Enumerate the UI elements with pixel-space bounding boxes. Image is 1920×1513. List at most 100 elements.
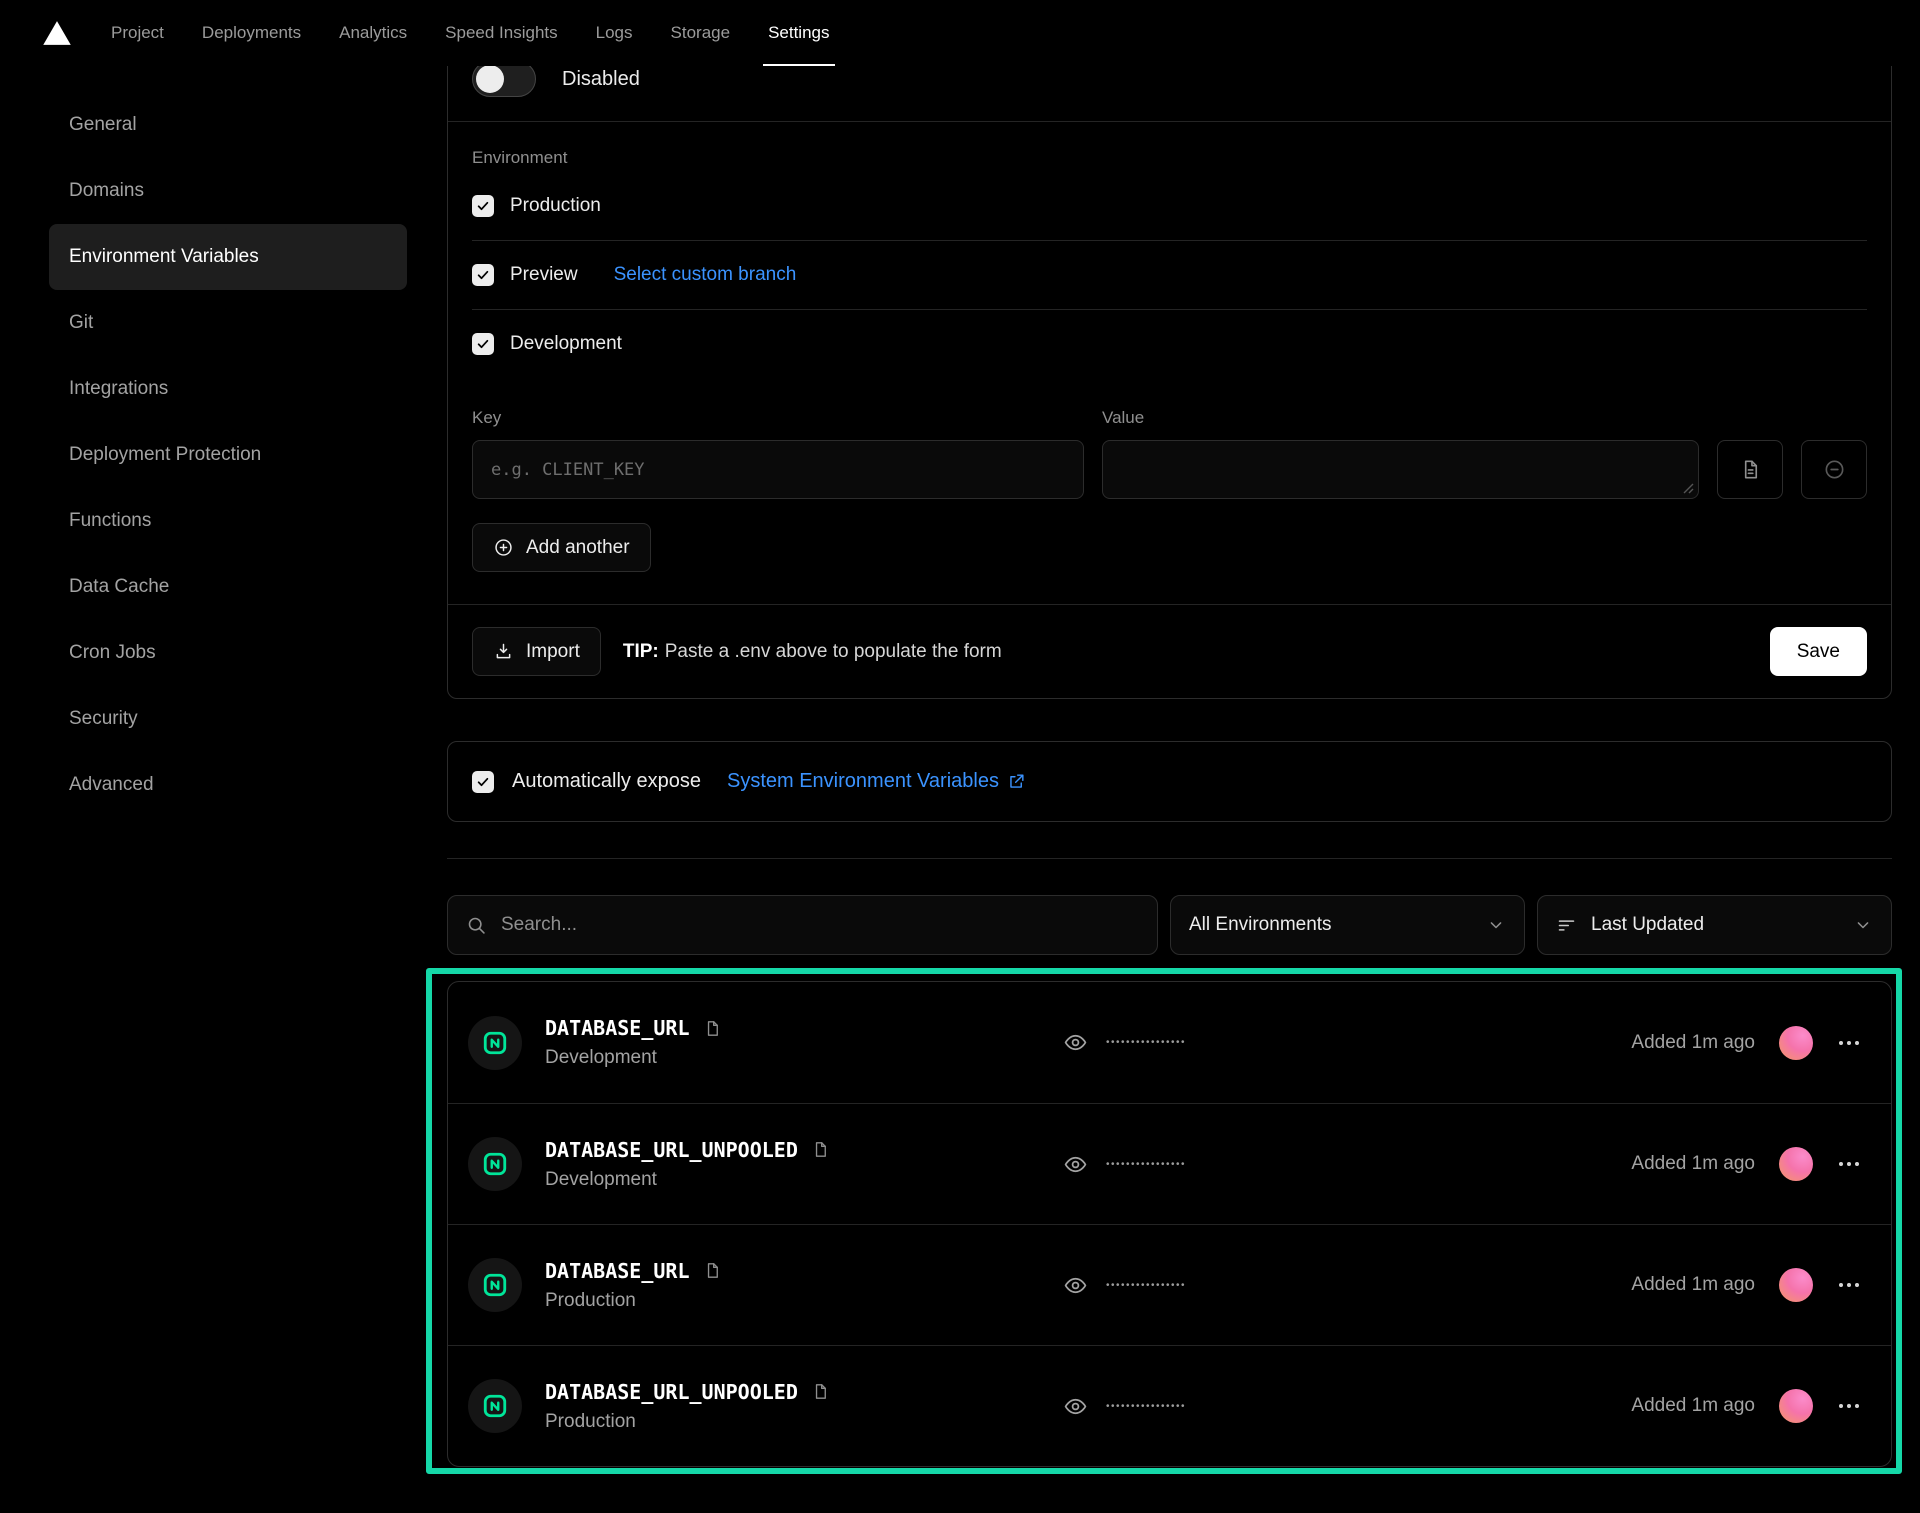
row-actions-menu-icon[interactable]: [1837, 1277, 1861, 1293]
check-icon: [476, 775, 490, 789]
masked-value: ••••••••••••••••: [1106, 1401, 1186, 1412]
reveal-value-eye-icon[interactable]: [1063, 1030, 1088, 1055]
variable-environment: Production: [545, 1290, 722, 1312]
environment-checkbox-list: Production Preview Select custom branch: [472, 172, 1867, 378]
sidebar-item-security[interactable]: Security: [49, 686, 407, 752]
variable-name: DATABASE_URL: [545, 1259, 690, 1283]
variable-identity: DATABASE_URL Development: [468, 1016, 1063, 1070]
document-icon: [1739, 458, 1762, 481]
masked-value: ••••••••••••••••: [1106, 1159, 1186, 1170]
user-avatar: [1779, 1268, 1813, 1302]
sidebar-item-deployment-protection[interactable]: Deployment Protection: [49, 422, 407, 488]
save-button[interactable]: Save: [1770, 627, 1867, 676]
disabled-toggle[interactable]: [472, 61, 536, 97]
filters-row: All Environments Last Updated: [447, 895, 1892, 955]
environment-row-development: Development: [472, 309, 1867, 378]
neon-integration-icon: [468, 1379, 522, 1433]
system-env-variables-link[interactable]: System Environment Variables: [727, 770, 1026, 793]
environment-section-label: Environment: [472, 148, 1867, 168]
user-avatar: [1779, 1389, 1813, 1423]
nav-tab-speed-insights[interactable]: Speed Insights: [426, 0, 576, 66]
reveal-value-eye-icon[interactable]: [1063, 1394, 1088, 1419]
search-input[interactable]: [501, 914, 1139, 936]
variable-meta: Added 1m ago: [1631, 1026, 1861, 1060]
masked-value: ••••••••••••••••: [1106, 1037, 1186, 1048]
copy-name-icon[interactable]: [811, 1382, 830, 1401]
nav-tab-storage[interactable]: Storage: [652, 0, 750, 66]
resize-handle-icon[interactable]: [1683, 483, 1694, 494]
variable-meta: Added 1m ago: [1631, 1147, 1861, 1181]
added-timestamp: Added 1m ago: [1631, 1395, 1755, 1417]
sidebar-item-git[interactable]: Git: [49, 290, 407, 356]
remove-row-button[interactable]: [1801, 440, 1867, 499]
sidebar-item-data-cache[interactable]: Data Cache: [49, 554, 407, 620]
minus-circle-icon: [1823, 458, 1846, 481]
sidebar-item-advanced[interactable]: Advanced: [49, 752, 407, 818]
variable-identity: DATABASE_URL_UNPOOLED Production: [468, 1379, 1063, 1433]
sidebar-item-integrations[interactable]: Integrations: [49, 356, 407, 422]
value-label: Value: [1102, 408, 1699, 428]
sidebar-item-domains[interactable]: Domains: [49, 158, 407, 224]
preview-checkbox[interactable]: [472, 264, 494, 286]
variable-value: ••••••••••••••••: [1063, 1030, 1186, 1055]
reveal-value-eye-icon[interactable]: [1063, 1152, 1088, 1177]
variable-environment: Development: [545, 1047, 722, 1069]
row-actions-menu-icon[interactable]: [1837, 1035, 1861, 1051]
create-variable-card: Disabled Environment Production: [447, 14, 1892, 699]
variable-name: DATABASE_URL_UNPOOLED: [545, 1380, 798, 1404]
copy-name-icon[interactable]: [811, 1140, 830, 1159]
import-button[interactable]: Import: [472, 627, 601, 676]
row-actions-menu-icon[interactable]: [1837, 1398, 1861, 1414]
check-icon: [476, 337, 490, 351]
production-checkbox[interactable]: [472, 195, 494, 217]
sidebar-item-functions[interactable]: Functions: [49, 488, 407, 554]
sidebar-item-environment-variables[interactable]: Environment Variables: [49, 224, 407, 290]
select-custom-branch-link[interactable]: Select custom branch: [614, 264, 797, 286]
auto-expose-card: Automatically expose System Environment …: [447, 741, 1892, 822]
reveal-value-eye-icon[interactable]: [1063, 1273, 1088, 1298]
nav-tab-deployments[interactable]: Deployments: [183, 0, 320, 66]
environment-filter-select[interactable]: All Environments: [1170, 895, 1525, 955]
env-variable-row: DATABASE_URL_UNPOOLED Production •••••••…: [448, 1345, 1891, 1466]
nav-tab-logs[interactable]: Logs: [577, 0, 652, 66]
variable-meta: Added 1m ago: [1631, 1268, 1861, 1302]
neon-integration-icon: [468, 1137, 522, 1191]
key-input[interactable]: [472, 440, 1084, 499]
auto-expose-checkbox[interactable]: [472, 771, 494, 793]
nav-tab-project[interactable]: Project: [92, 0, 183, 66]
row-actions-menu-icon[interactable]: [1837, 1156, 1861, 1172]
copy-name-icon[interactable]: [703, 1261, 722, 1280]
variable-value: ••••••••••••••••: [1063, 1152, 1186, 1177]
sidebar-item-cron-jobs[interactable]: Cron Jobs: [49, 620, 407, 686]
preview-checkbox-label: Preview: [510, 264, 578, 286]
variable-environment: Development: [545, 1169, 830, 1191]
copy-name-icon[interactable]: [703, 1019, 722, 1038]
user-avatar: [1779, 1026, 1813, 1060]
variable-meta: Added 1m ago: [1631, 1389, 1861, 1423]
development-checkbox-label: Development: [510, 333, 622, 355]
variable-identity: DATABASE_URL Production: [468, 1258, 1063, 1312]
form-footer: Import TIP:Paste a .env above to populat…: [448, 604, 1891, 698]
sort-select[interactable]: Last Updated: [1537, 895, 1892, 955]
nav-tab-analytics[interactable]: Analytics: [320, 0, 426, 66]
value-input[interactable]: [1102, 440, 1699, 499]
environment-variables-page: Disabled Environment Production: [447, 66, 1892, 1467]
variable-name: DATABASE_URL_UNPOOLED: [545, 1138, 798, 1162]
variable-identity: DATABASE_URL_UNPOOLED Development: [468, 1137, 1063, 1191]
added-timestamp: Added 1m ago: [1631, 1274, 1755, 1296]
paste-env-button[interactable]: [1717, 440, 1783, 499]
section-divider: [447, 858, 1892, 859]
sidebar-item-general[interactable]: General: [49, 92, 407, 158]
development-checkbox[interactable]: [472, 333, 494, 355]
vercel-logo-icon[interactable]: [40, 18, 74, 48]
nav-tab-settings[interactable]: Settings: [749, 0, 848, 66]
user-avatar: [1779, 1147, 1813, 1181]
auto-expose-text: Automatically expose: [512, 770, 701, 793]
env-variable-row: DATABASE_URL_UNPOOLED Development ••••••…: [448, 1103, 1891, 1224]
environment-filter-value: All Environments: [1189, 914, 1472, 936]
add-another-button[interactable]: Add another: [472, 523, 651, 572]
plus-circle-icon: [493, 537, 514, 558]
env-variable-row: DATABASE_URL Development •••••••••••••••…: [448, 982, 1891, 1103]
masked-value: ••••••••••••••••: [1106, 1280, 1186, 1291]
chevron-down-icon: [1853, 915, 1873, 935]
